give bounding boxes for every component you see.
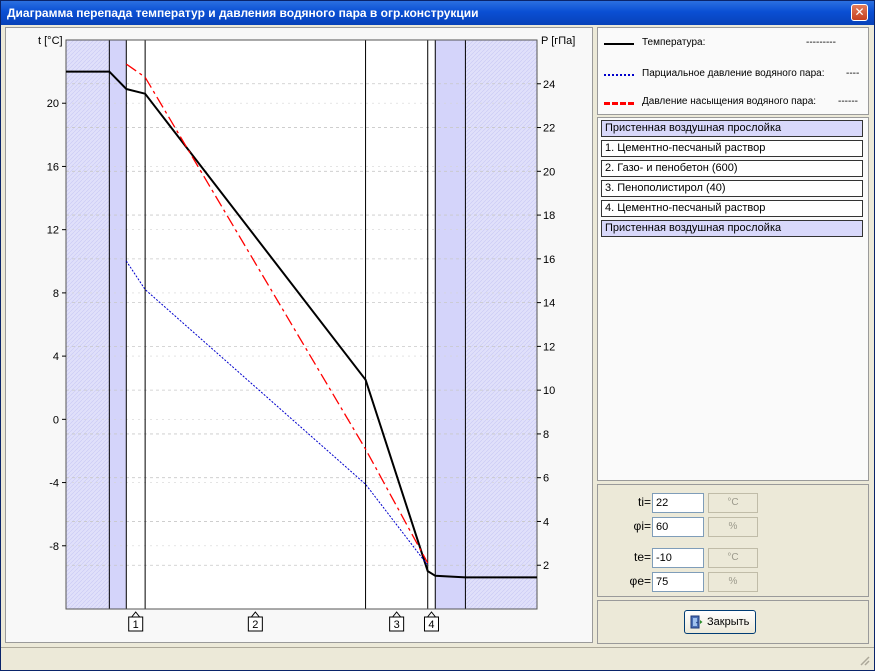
right-axis-label: P [гПа] [541,35,575,47]
phi-e-label: φe= [629,574,651,588]
left-axis-label: t [°C] [38,35,63,47]
left-tick-label-1: 16 [47,161,59,173]
door-exit-icon [690,615,703,629]
legend-item-temperature: Температура: --------- [604,37,864,51]
layer-item-4[interactable]: 4. Цементно-песчаный раствор [601,200,863,217]
layers-list: Пристенная воздушная прослойка 1. Цемент… [597,117,869,481]
right-tick-label-7: 10 [543,385,555,397]
window-title: Диаграмма перепада температур и давления… [7,6,479,20]
outer-air-region [465,40,537,609]
right-tick-label-3: 18 [543,210,555,222]
saturation-pressure-line-icon [604,102,634,105]
chart-panel: 20 16 12 8 4 0 -4 -8 24 22 20 18 16 14 12 10 8 6 4 2 t [°C]… [5,27,593,643]
legend-item-saturation-pressure: Давление насыщения водяного пара: ------ [604,96,864,110]
partial-pressure-line-icon [604,74,634,76]
right-tick-label-4: 16 [543,254,555,266]
layer-marker-arrow-4 [427,611,436,618]
outer-boundary-band [435,40,466,609]
inner-air-region [66,40,110,609]
ti-input[interactable] [652,493,704,513]
window-close-icon[interactable]: ✕ [851,4,868,21]
right-tick-label-1: 22 [543,123,555,135]
layer-item-2[interactable]: 2. Газо- и пенобетон (600) [601,160,863,177]
left-tick-label-5: 0 [53,414,59,426]
te-input[interactable] [652,548,704,568]
right-tick-label-6: 12 [543,341,555,353]
close-button-label: Закрыть [707,616,750,628]
right-tick-label-9: 6 [543,473,549,485]
left-tick-label-0: 20 [47,98,59,110]
te-label: te= [633,550,651,564]
layer-item-1[interactable]: 1. Цементно-песчаный раствор [601,140,863,157]
right-tick-label-11: 2 [543,560,549,572]
right-tick-label-8: 8 [543,429,549,441]
phi-i-unit: % [708,517,758,537]
left-tick-label-7: -8 [49,541,59,553]
left-tick-label-3: 8 [53,288,59,300]
right-tick-label-5: 14 [543,298,555,310]
ti-unit: °C [708,493,758,513]
layer-marker-arrow-1 [131,611,141,618]
status-bar [1,647,874,670]
layer-item-outer-air[interactable]: Пристенная воздушная прослойка [601,220,863,237]
layer-item-inner-air[interactable]: Пристенная воздушная прослойка [601,120,863,137]
legend-item-partial-pressure: Парциальное давление водяного пара: ---- [604,68,864,82]
right-tick-label-2: 20 [543,166,555,178]
left-tick-label-2: 12 [47,225,59,237]
legend-panel: Температура: --------- Парциальное давле… [597,27,869,115]
phi-i-input[interactable] [652,517,704,537]
right-tick-label-10: 4 [543,516,549,528]
left-tick-label-6: -4 [49,478,59,490]
layer-marker-arrow-2 [250,611,260,618]
temperature-line-icon [604,43,634,45]
inner-boundary-band [109,40,127,609]
phi-i-label: φi= [633,519,651,533]
layer-marker-1: 1 [133,619,139,631]
left-tick-label-4: 4 [53,351,59,363]
close-panel: Закрыть [597,600,869,644]
phi-e-input[interactable] [652,572,704,592]
right-tick-label-0: 24 [543,79,555,91]
ti-label: ti= [637,495,651,509]
close-button[interactable]: Закрыть [684,610,756,634]
layer-marker-2: 2 [252,619,258,631]
title-bar: Диаграмма перепада температур и давления… [1,1,874,25]
main-window: Диаграмма перепада температур и давления… [0,0,875,671]
layer-marker-3: 3 [394,619,400,631]
layer-marker-4: 4 [428,619,434,631]
resize-grip-icon[interactable] [858,654,870,666]
te-unit: °C [708,548,758,568]
layer-item-3[interactable]: 3. Пенополистирол (40) [601,180,863,197]
temperature-pressure-chart: 201612840-4-824222018161412108642 t [°C]… [38,35,575,632]
phi-e-unit: % [708,572,758,592]
layer-marker-arrow-3 [392,611,402,618]
params-panel: ti= °C φi= % te= °C φe= % [597,484,869,597]
